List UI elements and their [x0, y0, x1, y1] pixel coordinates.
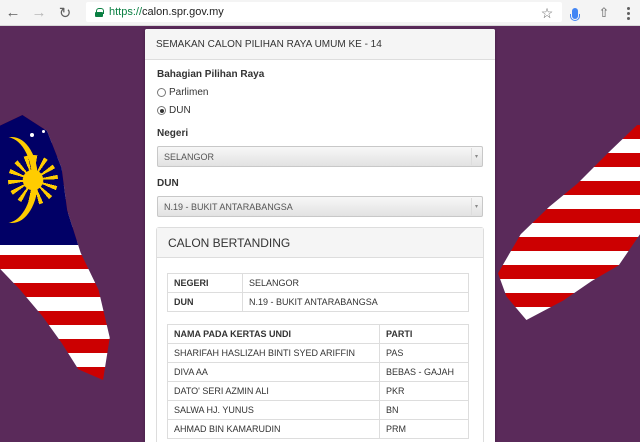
mic-icon[interactable]: [565, 0, 585, 26]
candidate-party: BN: [379, 400, 469, 420]
candidate-party: BEBAS - GAJAH: [379, 362, 469, 382]
candidates-title: CALON BERTANDING: [157, 228, 483, 258]
column-header-name: NAMA PADA KERTAS UNDI: [167, 324, 380, 344]
table-row: NEGERI SELANGOR: [167, 273, 469, 293]
island-dot: [103, 330, 106, 333]
info-value: N.19 - BUKIT ANTARABANGSA: [242, 292, 469, 312]
chevron-down-icon: ▾: [471, 198, 481, 215]
radio-label: DUN: [169, 105, 191, 116]
candidates-panel: CALON BERTANDING NEGERI SELANGOR DUN N.1…: [156, 227, 484, 442]
forward-arrow-icon[interactable]: →: [26, 0, 52, 26]
url-text: https://calon.spr.gov.my: [109, 6, 224, 18]
main-panel: SEMAKAN CALON PILIHAN RAYA UMUM KE - 14 …: [145, 29, 495, 442]
state-select-value: SELANGOR: [164, 151, 215, 162]
dun-label: DUN: [157, 178, 179, 189]
lock-icon: [95, 7, 104, 17]
menu-icon[interactable]: [620, 0, 636, 26]
candidate-name: DATO' SERI AZMIN ALI: [167, 381, 380, 401]
panel-title: SEMAKAN CALON PILIHAN RAYA UMUM KE - 14: [145, 29, 495, 60]
state-select[interactable]: SELANGOR ▾: [157, 146, 483, 167]
dun-select[interactable]: N.19 - BUKIT ANTARABANGSA ▾: [157, 196, 483, 217]
info-value: SELANGOR: [242, 273, 469, 293]
radio-dun[interactable]: DUN: [157, 105, 483, 116]
reload-icon[interactable]: ↻: [52, 0, 78, 26]
info-key: DUN: [167, 292, 243, 312]
star-icon[interactable]: ☆: [536, 0, 558, 26]
candidate-party: PAS: [379, 343, 469, 363]
chevron-down-icon: ▾: [471, 148, 481, 165]
dun-select-value: N.19 - BUKIT ANTARABANGSA: [164, 201, 293, 212]
radio-parlimen[interactable]: Parlimen: [157, 87, 483, 98]
table-row: DIVA AA BEBAS - GAJAH: [167, 362, 469, 382]
state-label: Negeri: [157, 128, 189, 139]
table-row: SHARIFAH HASLIZAH BINTI SYED ARIFFIN PAS: [167, 343, 469, 363]
flag-map-east: [498, 125, 640, 320]
section-label: Bahagian Pilihan Raya: [157, 69, 265, 80]
info-key: NEGERI: [167, 273, 243, 293]
table-row: SALWA HJ. YUNUS BN: [167, 400, 469, 420]
radio-button[interactable]: [157, 88, 166, 97]
candidate-name: DIVA AA: [167, 362, 380, 382]
radio-button[interactable]: [157, 106, 166, 115]
share-icon[interactable]: ⇧: [595, 0, 613, 26]
island-dot: [42, 130, 45, 133]
constituency-info-table: NEGERI SELANGOR DUN N.19 - BUKIT ANTARAB…: [167, 273, 469, 312]
star-sun-icon: [8, 155, 58, 205]
island-dot: [30, 133, 34, 137]
candidate-name: SALWA HJ. YUNUS: [167, 400, 380, 420]
column-header-party: PARTI: [379, 324, 469, 344]
flag-map-west: [0, 115, 110, 380]
table-row: DATO' SERI AZMIN ALI PKR: [167, 381, 469, 401]
table-row: DUN N.19 - BUKIT ANTARABANGSA: [167, 292, 469, 312]
back-arrow-icon[interactable]: ←: [0, 0, 26, 26]
table-row: AHMAD BIN KAMARUDIN PRM: [167, 419, 469, 439]
candidate-name: AHMAD BIN KAMARUDIN: [167, 419, 380, 439]
table-header-row: NAMA PADA KERTAS UNDI PARTI: [167, 324, 469, 344]
address-bar[interactable]: https://calon.spr.gov.my: [86, 2, 562, 22]
candidate-name: SHARIFAH HASLIZAH BINTI SYED ARIFFIN: [167, 343, 380, 363]
radio-label: Parlimen: [169, 87, 209, 98]
browser-toolbar: ← → ↻ https://calon.spr.gov.my ☆ ⇧: [0, 0, 640, 26]
candidate-party: PKR: [379, 381, 469, 401]
candidate-party: PRM: [379, 419, 469, 439]
candidates-table: NAMA PADA KERTAS UNDI PARTI SHARIFAH HAS…: [167, 324, 469, 439]
